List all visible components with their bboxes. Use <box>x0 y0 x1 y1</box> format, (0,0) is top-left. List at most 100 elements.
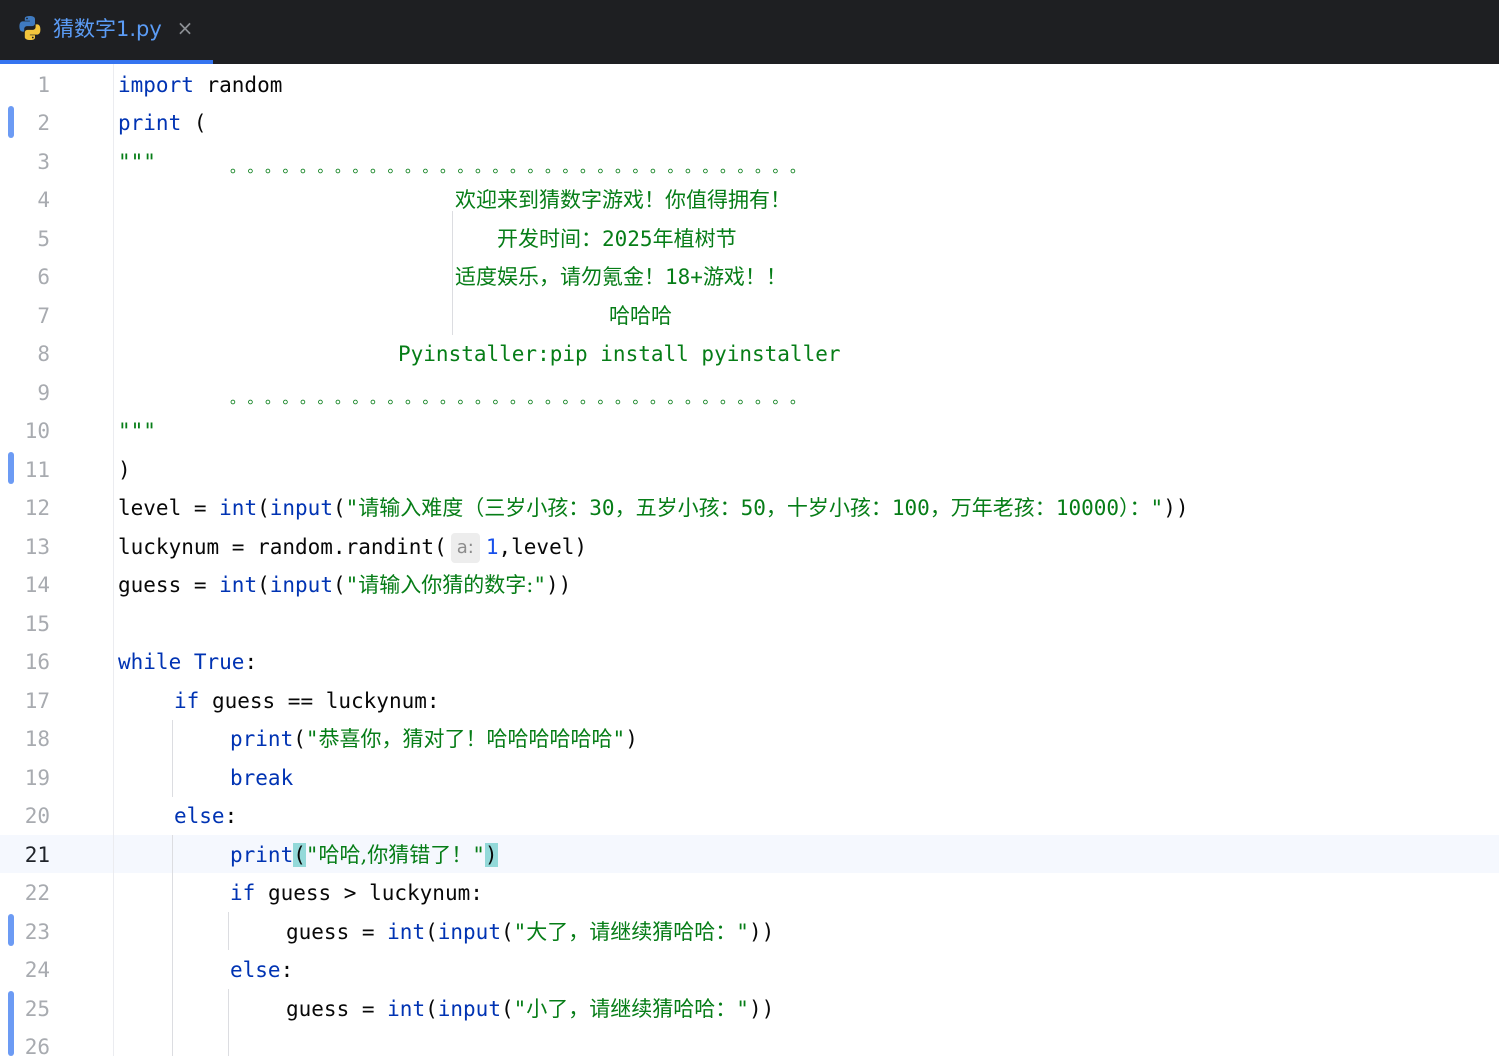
code-text: ( <box>332 496 346 520</box>
code-text: guess = <box>118 573 220 597</box>
indent-guide <box>172 835 173 1056</box>
tab-title: 猜数字1.py <box>53 17 162 41</box>
code-text: guess == luckynum: <box>199 689 440 713</box>
code-text: guess > luckynum: <box>255 881 483 905</box>
code-line-4[interactable]: 欢迎来到猜数字游戏！你值得拥有！ <box>455 181 791 219</box>
code-text: ( <box>425 920 438 944</box>
string-text: 游戏！！ <box>702 265 787 289</box>
code-text: )) <box>546 573 572 597</box>
line-number: 22 <box>24 881 50 905</box>
code-text: )) <box>748 997 775 1021</box>
string-text: 哈哈哈 <box>609 304 672 328</box>
string-text: 适度娱乐，请勿氪金！ <box>455 265 665 289</box>
code-text: : <box>280 958 294 982</box>
code-line-19[interactable]: break <box>230 759 293 797</box>
keyword: else <box>230 958 281 982</box>
code-line-23[interactable]: guess = int(input("大了，请继续猜哈哈：")) <box>286 913 774 951</box>
line-number: 17 <box>24 689 50 713</box>
indent-guide <box>228 989 229 1056</box>
builtin-function: input <box>269 573 333 597</box>
code-line-8[interactable]: Pyinstaller:pip install pyinstaller <box>398 335 841 373</box>
code-text: : <box>224 804 238 828</box>
code-line-12[interactable]: level = int(input("请输入难度（三岁小孩：30，五岁小孩：50… <box>118 489 1188 527</box>
code-text: guess = <box>286 997 388 1021</box>
string-quote: " <box>736 997 749 1021</box>
code-editor[interactable]: 1 2 3 4 5 6 7 8 9 10 11 12 13 14 15 16 1… <box>0 64 1499 1056</box>
code-text: ( <box>293 727 306 751</box>
line-number: 16 <box>24 650 50 674</box>
code-line-3[interactable]: """ <box>118 143 156 181</box>
line-number: 15 <box>24 612 50 636</box>
code-line-25[interactable]: guess = int(input("小了，请继续猜哈哈：")) <box>286 990 774 1028</box>
code-line-1[interactable]: import random <box>118 66 282 104</box>
line-number: 18 <box>24 727 50 751</box>
keyword: import <box>118 73 194 97</box>
line-number: 5 <box>37 227 50 251</box>
builtin-function: input <box>437 997 501 1021</box>
string-text: 欢迎来到猜数字游戏！你值得拥有！ <box>455 188 791 212</box>
code-line-9[interactable]: 。。。。。。。。。。。。。。。。。。。。。。。。。。。。。。。。。 <box>230 374 815 412</box>
line-number: 19 <box>24 766 50 790</box>
tab-file[interactable]: 猜数字1.py × <box>0 0 213 64</box>
line-number: 14 <box>24 573 50 597</box>
code-line-11[interactable]: ) <box>118 451 131 489</box>
code-line-7[interactable]: 哈哈哈 <box>609 297 672 335</box>
code-text: ( <box>181 111 207 135</box>
line-number: 8 <box>37 342 50 366</box>
python-file-icon <box>19 16 41 40</box>
code-line-24[interactable]: else: <box>230 951 293 989</box>
number-literal: 1 <box>485 535 499 559</box>
code-line-14[interactable]: guess = int(input("请输入你猜的数字:")) <box>118 566 571 604</box>
line-number: 1 <box>37 73 50 97</box>
string-text: ，十岁小孩： <box>765 496 892 520</box>
current-line-highlight <box>0 835 1499 873</box>
line-number: 4 <box>37 188 50 212</box>
close-tab-icon[interactable]: × <box>174 14 196 42</box>
string-text: 哈哈,你猜错了！ <box>318 843 473 867</box>
string-text: 2025 <box>602 227 653 251</box>
matched-paren: ) <box>484 843 498 867</box>
keyword: break <box>230 766 294 790</box>
line-number: 2 <box>37 111 50 135</box>
code-line-17[interactable]: if guess == luckynum: <box>174 682 440 720</box>
indent-guide <box>452 211 453 335</box>
code-line-21[interactable]: print("哈哈,你猜错了！") <box>230 836 498 874</box>
string-quote: " <box>513 997 527 1021</box>
ide-window: 猜数字1.py × 1 2 3 4 5 6 7 8 9 10 11 12 13 … <box>0 0 1499 1056</box>
string-dots: 。。。。。。。。。。。。。。。。。。。。。。。。。。。。。。。。。 <box>230 389 816 407</box>
code-line-18[interactable]: print("恭喜你，猜对了！哈哈哈哈哈哈") <box>230 720 638 758</box>
code-text: ( <box>500 920 514 944</box>
builtin-function: print <box>230 727 294 751</box>
string-quote: " <box>612 727 626 751</box>
code-line-22[interactable]: if guess > luckynum: <box>230 874 483 912</box>
code-text: guess = <box>286 920 388 944</box>
code-line-5[interactable]: 开发时间：2025年植树节 <box>497 220 737 258</box>
builtin-function: print <box>118 111 182 135</box>
code-text: ,level) <box>498 535 588 559</box>
code-line-2[interactable]: print ( <box>118 104 207 142</box>
code-line-13[interactable]: luckynum = random.randint(a: 1,level) <box>118 528 587 566</box>
code-line-10[interactable]: """ <box>118 412 156 450</box>
keyword: if <box>174 689 200 713</box>
code-line-16[interactable]: while True: <box>118 643 257 681</box>
string-text: 18+ <box>665 265 703 289</box>
line-number: 6 <box>37 265 50 289</box>
docstring-quote: """ <box>118 150 156 174</box>
line-number: 26 <box>24 1035 50 1056</box>
string-text: 请输入你猜的数字: <box>358 573 534 597</box>
string-text: 100 <box>891 496 930 520</box>
builtin-function: int <box>219 496 258 520</box>
string-text: 请输入难度（三岁小孩： <box>358 496 590 520</box>
gutter-separator <box>113 64 114 1056</box>
builtin-function: int <box>219 573 258 597</box>
line-number: 3 <box>37 150 50 174</box>
code-line-20[interactable]: else: <box>174 797 237 835</box>
string-text: Pyinstaller:pip install pyinstaller <box>398 342 841 366</box>
string-quote: " <box>305 843 319 867</box>
line-number: 24 <box>24 958 50 982</box>
code-text: ( <box>257 496 270 520</box>
string-quote: " <box>305 727 319 751</box>
code-line-6[interactable]: 适度娱乐，请勿氪金！18+游戏！！ <box>455 258 787 296</box>
code-line-3-dots: 。。。。。。。。。。。。。。。。。。。。。。。。。。。。。。。。。 <box>230 143 815 181</box>
